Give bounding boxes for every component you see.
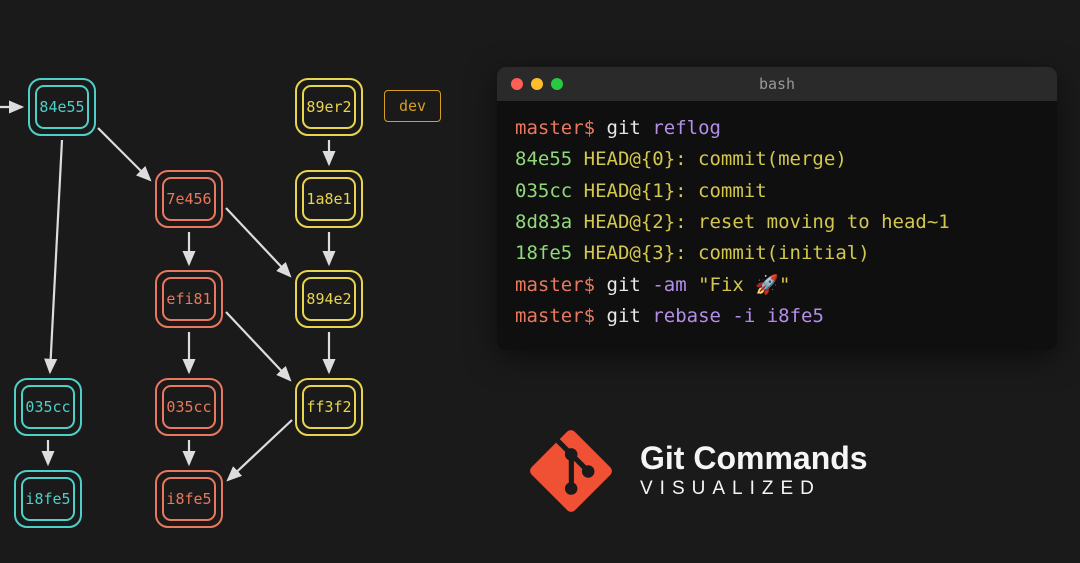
maximize-icon[interactable] bbox=[551, 78, 563, 90]
cmd-flag: -am bbox=[652, 274, 686, 296]
commit-hash: 1a8e1 bbox=[306, 190, 351, 208]
terminal-title: bash bbox=[759, 75, 795, 93]
terminal-window: bash master$ git reflog 84e55 HEAD@{0}: … bbox=[497, 67, 1057, 350]
commit-hash: i8fe5 bbox=[166, 490, 211, 508]
prompt: master$ bbox=[515, 117, 595, 139]
commit-hash: i8fe5 bbox=[25, 490, 70, 508]
cmd: git bbox=[607, 305, 641, 327]
commit-hash: ff3f2 bbox=[306, 398, 351, 416]
prompt: master$ bbox=[515, 305, 595, 327]
terminal-line: master$ git -am "Fix 🚀" bbox=[515, 270, 1039, 301]
brand-text: Git Commands VISUALIZED bbox=[640, 442, 868, 500]
commit-hash: efi81 bbox=[166, 290, 211, 308]
commit-hash: 035cc bbox=[166, 398, 211, 416]
commit-node: 1a8e1 bbox=[295, 170, 363, 228]
commit-node: 84e55 bbox=[28, 78, 96, 136]
cmd: git bbox=[607, 274, 641, 296]
cmd-string: "Fix 🚀" bbox=[698, 274, 790, 296]
terminal-body: master$ git reflog 84e55 HEAD@{0}: commi… bbox=[497, 101, 1057, 350]
window-controls bbox=[497, 78, 563, 90]
commit-graph: 84e55 035cc i8fe5 7e456 efi81 035cc i8fe… bbox=[0, 0, 500, 563]
reflog-line: 035cc HEAD@{1}: commit bbox=[515, 176, 1039, 207]
terminal-titlebar: bash bbox=[497, 67, 1057, 101]
reflog-line: 18fe5 HEAD@{3}: commit(initial) bbox=[515, 238, 1039, 269]
close-icon[interactable] bbox=[511, 78, 523, 90]
prompt: master$ bbox=[515, 274, 595, 296]
commit-hash: 035cc bbox=[25, 398, 70, 416]
minimize-icon[interactable] bbox=[531, 78, 543, 90]
terminal-line: master$ git rebase -i i8fe5 bbox=[515, 301, 1039, 332]
commit-hash: 7e456 bbox=[166, 190, 211, 208]
commit-node: 89er2 bbox=[295, 78, 363, 136]
commit-node: 035cc bbox=[14, 378, 82, 436]
brand-title: Git Commands bbox=[640, 442, 868, 476]
git-logo-icon bbox=[530, 430, 612, 512]
commit-node: i8fe5 bbox=[14, 470, 82, 528]
commit-hash: 894e2 bbox=[306, 290, 351, 308]
reflog-line: 8d83a HEAD@{2}: reset moving to head~1 bbox=[515, 207, 1039, 238]
cmd-arg: reflog bbox=[652, 117, 721, 139]
brand-block: Git Commands VISUALIZED bbox=[530, 430, 868, 512]
cmd-arg: -i i8fe5 bbox=[732, 305, 824, 327]
commit-hash: 89er2 bbox=[306, 98, 351, 116]
commit-node: 035cc bbox=[155, 378, 223, 436]
commit-node: 894e2 bbox=[295, 270, 363, 328]
commit-node: ff3f2 bbox=[295, 378, 363, 436]
commit-node: 7e456 bbox=[155, 170, 223, 228]
brand-subtitle: VISUALIZED bbox=[640, 478, 868, 500]
cmd-arg: rebase bbox=[652, 305, 721, 327]
commit-node: efi81 bbox=[155, 270, 223, 328]
commit-hash: 84e55 bbox=[39, 98, 84, 116]
reflog-line: 84e55 HEAD@{0}: commit(merge) bbox=[515, 144, 1039, 175]
branch-tag-dev: dev bbox=[384, 90, 441, 122]
cmd: git bbox=[607, 117, 641, 139]
terminal-line: master$ git reflog bbox=[515, 113, 1039, 144]
commit-node: i8fe5 bbox=[155, 470, 223, 528]
